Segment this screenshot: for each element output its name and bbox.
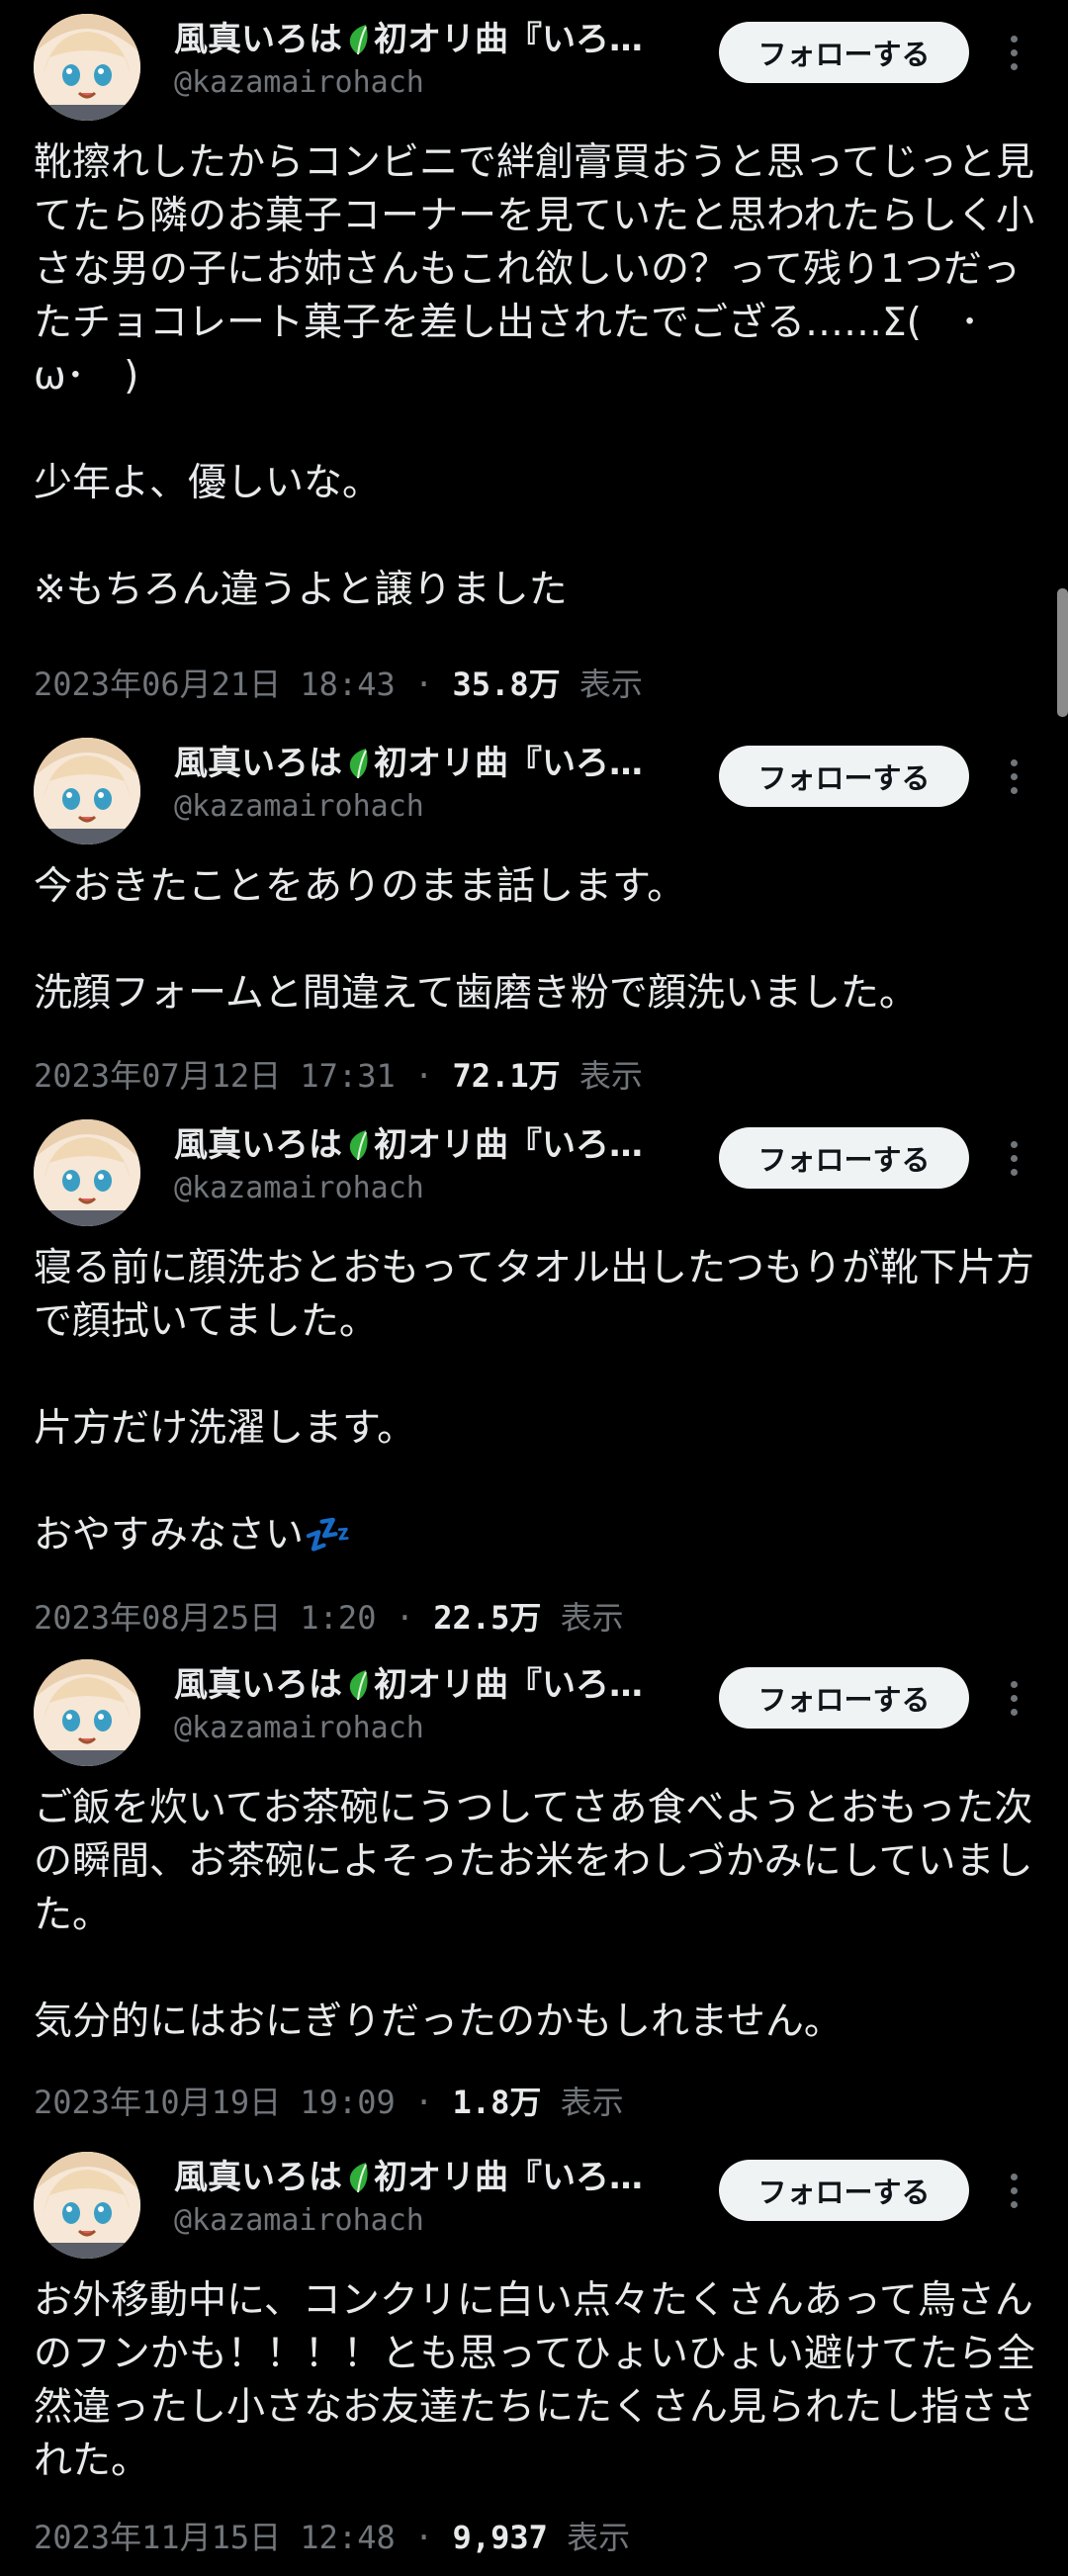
- view-count: 1.8万: [452, 2084, 542, 2121]
- avatar[interactable]: [34, 1119, 140, 1226]
- view-count: 9,937: [452, 2519, 548, 2556]
- tweet-text: 靴擦れしたからコンビニで絆創膏買おうと思ってじっと見てたら隣のお菓子コーナーを見…: [34, 136, 1037, 617]
- tweet-header: 風真いろは 初オリ曲『いろ… @kazamairohach フォローする: [0, 724, 1068, 844]
- tweet-header: 風真いろは 初オリ曲『いろ… @kazamairohach フォローする: [0, 1106, 1068, 1226]
- follow-button[interactable]: フォローする: [719, 1667, 969, 1729]
- tweet-paragraph: 気分的にはおにぎりだったのかもしれません。: [34, 1999, 843, 2044]
- leaf-icon: [349, 1670, 368, 1701]
- display-name-suffix: 初オリ曲『いろ…: [374, 1665, 643, 1705]
- follow-button[interactable]: フォローする: [719, 22, 969, 83]
- user-handle[interactable]: @kazamairohach: [174, 63, 424, 103]
- avatar[interactable]: [34, 1659, 140, 1766]
- display-name-suffix: 初オリ曲『いろ…: [374, 1125, 643, 1165]
- avatar[interactable]: [34, 14, 140, 121]
- tweet-paragraph: 片方だけ洗濯します。: [34, 1406, 416, 1451]
- tweet-text: ご飯を炊いてお茶碗にうつしてさあ食べようとおもった次の瞬間、お茶碗によそったお米…: [34, 1782, 1037, 2049]
- tweet-text: お外移動中に、コンクリに白い点々たくさんあって鳥さんのフンかも！！！！とも思って…: [34, 2274, 1037, 2488]
- tweet-date[interactable]: 2023年06月21日 18:43: [34, 666, 396, 703]
- tweet-text: 寝る前に顔洗おとおもってタオル出したつもりが靴下片方で顔拭いてました。 片方だけ…: [34, 1242, 1037, 1562]
- display-name-text: 風真いろは: [174, 20, 342, 59]
- views-label: 表示: [578, 1057, 643, 1095]
- tweet-meta: 2023年08月25日 1:20 · 22.5万 表示: [34, 1596, 624, 1640]
- views-label: 表示: [560, 1599, 624, 1637]
- tweet-paragraph: 靴擦れしたからコンビニで絆創膏買おうと思ってじっと見てたら隣のお菓子コーナーを見…: [34, 140, 1035, 399]
- view-count: 22.5万: [433, 1599, 542, 1637]
- view-count: 72.1万: [452, 1057, 561, 1095]
- tweet-paragraph: 少年よ、優しいな。: [34, 461, 382, 505]
- tweet-paragraph: 洗顔フォームと間違えて歯磨き粉で顔洗いました。: [34, 971, 918, 1016]
- tweet-text: 今おきたことをありのまま話します。 洗顔フォームと間違えて歯磨き粉で顔洗いました…: [34, 860, 1037, 1021]
- meta-separator: ·: [414, 1057, 453, 1095]
- display-name-suffix: 初オリ曲『いろ…: [374, 20, 643, 59]
- leaf-icon: [349, 1130, 368, 1161]
- more-vertical-icon[interactable]: [1001, 1137, 1026, 1181]
- meta-separator: ·: [395, 1599, 434, 1637]
- leaf-icon: [349, 749, 368, 779]
- tweet-header: 風真いろは 初オリ曲『いろ… @kazamairohach フォローする: [0, 2138, 1068, 2259]
- user-handle[interactable]: @kazamairohach: [174, 2201, 424, 2241]
- view-count: 35.8万: [452, 666, 561, 703]
- more-vertical-icon[interactable]: [1001, 1677, 1026, 1721]
- tweet-meta: 2023年11月15日 12:48 · 9,937 表示: [34, 2516, 630, 2559]
- avatar[interactable]: [34, 2152, 140, 2259]
- tweet-paragraph: 今おきたことをありのまま話します。: [34, 864, 686, 909]
- tweet-paragraph: ※もちろん違うよと譲りました: [34, 568, 568, 612]
- user-handle[interactable]: @kazamairohach: [174, 1709, 424, 1748]
- avatar[interactable]: [34, 738, 140, 844]
- display-name-text: 風真いろは: [174, 744, 342, 783]
- tweet-date[interactable]: 2023年07月12日 17:31: [34, 1057, 396, 1095]
- views-label: 表示: [560, 2084, 624, 2121]
- meta-separator: ·: [414, 666, 453, 703]
- tweet-meta: 2023年07月12日 17:31 · 72.1万 表示: [34, 1054, 643, 1098]
- follow-button[interactable]: フォローする: [719, 2160, 969, 2221]
- tweet-date[interactable]: 2023年10月19日 19:09: [34, 2084, 396, 2121]
- display-name[interactable]: 風真いろは 初オリ曲『いろ…: [174, 1661, 678, 1709]
- more-vertical-icon[interactable]: [1001, 2170, 1026, 2213]
- tweet-meta: 2023年10月19日 19:09 · 1.8万 表示: [34, 2081, 624, 2124]
- display-name[interactable]: 風真いろは 初オリ曲『いろ…: [174, 16, 678, 63]
- tweet-paragraph: ご飯を炊いてお茶碗にうつしてさあ食べようとおもった次の瞬間、お茶碗によそったお米…: [34, 1786, 1033, 1937]
- tweet-paragraph: 寝る前に顔洗おとおもってタオル出したつもりが靴下片方で顔拭いてました。: [34, 1246, 1035, 1344]
- follow-button[interactable]: フォローする: [719, 746, 969, 807]
- user-handle[interactable]: @kazamairohach: [174, 1169, 424, 1208]
- display-name-suffix: 初オリ曲『いろ…: [374, 2158, 643, 2197]
- display-name-text: 風真いろは: [174, 1665, 342, 1705]
- follow-button[interactable]: フォローする: [719, 1127, 969, 1189]
- leaf-icon: [349, 25, 368, 55]
- display-name[interactable]: 風真いろは 初オリ曲『いろ…: [174, 2154, 678, 2201]
- more-vertical-icon[interactable]: [1001, 32, 1026, 75]
- views-label: 表示: [578, 666, 643, 703]
- display-name[interactable]: 風真いろは 初オリ曲『いろ…: [174, 1121, 678, 1169]
- user-handle[interactable]: @kazamairohach: [174, 787, 424, 827]
- tweet-paragraph: おやすみなさい💤: [34, 1513, 352, 1557]
- display-name-text: 風真いろは: [174, 2158, 342, 2197]
- tweet-header: 風真いろは 初オリ曲『いろ… @kazamairohach フォローする: [0, 0, 1068, 121]
- tweet-date[interactable]: 2023年08月25日 1:20: [34, 1599, 376, 1637]
- more-vertical-icon[interactable]: [1001, 755, 1026, 799]
- tweet-paragraph: お外移動中に、コンクリに白い点々たくさんあって鳥さんのフンかも！！！！とも思って…: [34, 2278, 1037, 2483]
- views-label: 表示: [567, 2519, 631, 2556]
- tweet-date[interactable]: 2023年11月15日 12:48: [34, 2519, 396, 2556]
- display-name-suffix: 初オリ曲『いろ…: [374, 744, 643, 783]
- tweet-meta: 2023年06月21日 18:43 · 35.8万 表示: [34, 663, 643, 706]
- display-name-text: 風真いろは: [174, 1125, 342, 1165]
- display-name[interactable]: 風真いろは 初オリ曲『いろ…: [174, 740, 678, 787]
- meta-separator: ·: [414, 2519, 453, 2556]
- tweet-header: 風真いろは 初オリ曲『いろ… @kazamairohach フォローする: [0, 1645, 1068, 1766]
- scrollbar-thumb[interactable]: [1057, 588, 1068, 717]
- meta-separator: ·: [414, 2084, 453, 2121]
- leaf-icon: [349, 2163, 368, 2193]
